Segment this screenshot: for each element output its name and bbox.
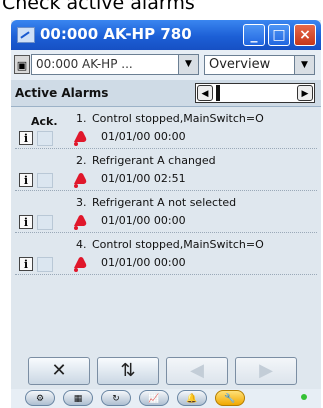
view-select-value: Overview — [209, 57, 271, 72]
chevron-down-icon[interactable]: ▼ — [294, 56, 314, 74]
info-button[interactable]: i — [19, 257, 33, 271]
horizontal-scroller[interactable]: ◀ ▶ — [195, 83, 315, 103]
alarm-row[interactable]: i 3. Refrigerant A not selected 01/01/00… — [15, 190, 317, 233]
action-bar: ✕ ⇅ ◀ ▶ — [11, 357, 321, 387]
app-icon — [17, 27, 35, 43]
page-caption: Check active alarms — [2, 0, 195, 14]
alarm-text: Control stopped,MainSwitch=O — [92, 112, 264, 125]
alarm-time: 01/01/00 00:00 — [101, 214, 186, 227]
alarm-number: 1. — [76, 112, 87, 125]
info-button[interactable]: i — [19, 215, 33, 229]
section-header: Active Alarms ◀ ▶ — [11, 80, 321, 107]
alarm-row[interactable]: i 1. Control stopped,MainSwitch=O 01/01/… — [15, 106, 317, 149]
alarm-number: 2. — [76, 154, 87, 167]
alarm-bell-icon — [74, 257, 87, 272]
previous-button[interactable]: ◀ — [166, 357, 228, 385]
bottom-nav: ⚙ ▦ ↻ 📈 🔔 🔧 — [11, 389, 321, 408]
alarm-text: Refrigerant A changed — [92, 154, 216, 167]
scroll-thumb[interactable] — [216, 85, 220, 101]
ack-checkbox[interactable] — [37, 131, 53, 146]
ack-checkbox[interactable] — [37, 257, 53, 272]
next-button[interactable]: ▶ — [235, 357, 297, 385]
status-indicator — [301, 394, 307, 400]
alarm-bell-icon — [74, 215, 87, 230]
refresh-button[interactable]: ⇅ — [97, 357, 159, 385]
nav-grid-icon[interactable]: ▦ — [63, 390, 93, 406]
info-button[interactable]: i — [19, 173, 33, 187]
scroll-right-icon[interactable]: ▶ — [297, 85, 313, 101]
app-window: 00:000 AK-HP 780 _ □ × ▣ 00:000 AK-HP ..… — [11, 20, 321, 408]
alarm-bell-icon — [74, 131, 87, 146]
chevron-down-icon[interactable]: ▼ — [178, 55, 198, 74]
alarm-row[interactable]: i 2. Refrigerant A changed 01/01/00 02:5… — [15, 148, 317, 191]
alarm-number: 3. — [76, 196, 87, 209]
scroll-left-icon[interactable]: ◀ — [197, 85, 213, 101]
nav-alarm-icon[interactable]: 🔔 — [177, 390, 207, 406]
alarm-text: Refrigerant A not selected — [92, 196, 237, 209]
view-select[interactable]: Overview ▼ — [204, 55, 315, 75]
ack-checkbox[interactable] — [37, 215, 53, 230]
alarm-number: 4. — [76, 238, 87, 251]
title-bar: 00:000 AK-HP 780 _ □ × — [11, 20, 321, 50]
minimize-button[interactable]: _ — [243, 24, 265, 46]
page-title: Active Alarms — [15, 86, 109, 100]
device-select[interactable]: 00:000 AK-HP ... ▼ — [31, 54, 199, 75]
nav-chart-icon[interactable]: 📈 — [139, 390, 169, 406]
ack-checkbox[interactable] — [37, 173, 53, 188]
alarm-time: 01/01/00 00:00 — [101, 130, 186, 143]
window-title: 00:000 AK-HP 780 — [40, 25, 192, 43]
device-select-value: 00:000 AK-HP ... — [36, 57, 133, 71]
device-picker-button[interactable]: ▣ — [14, 55, 30, 74]
nav-network-icon[interactable]: ⚙ — [25, 390, 55, 406]
alarm-text: Control stopped,MainSwitch=O — [92, 238, 264, 251]
nav-cycle-icon[interactable]: ↻ — [101, 390, 131, 406]
alarm-row[interactable]: i 4. Control stopped,MainSwitch=O 01/01/… — [15, 232, 317, 275]
alarm-bell-icon — [74, 173, 87, 188]
close-button[interactable]: × — [294, 24, 316, 46]
toolbar: ▣ 00:000 AK-HP ... ▼ Overview ▼ — [11, 50, 321, 80]
maximize-button[interactable]: □ — [268, 24, 290, 46]
nav-wrench-icon[interactable]: 🔧 — [215, 390, 245, 406]
alarm-time: 01/01/00 02:51 — [101, 172, 186, 185]
alarm-time: 01/01/00 00:00 — [101, 256, 186, 269]
info-button[interactable]: i — [19, 131, 33, 145]
delete-button[interactable]: ✕ — [28, 357, 90, 385]
